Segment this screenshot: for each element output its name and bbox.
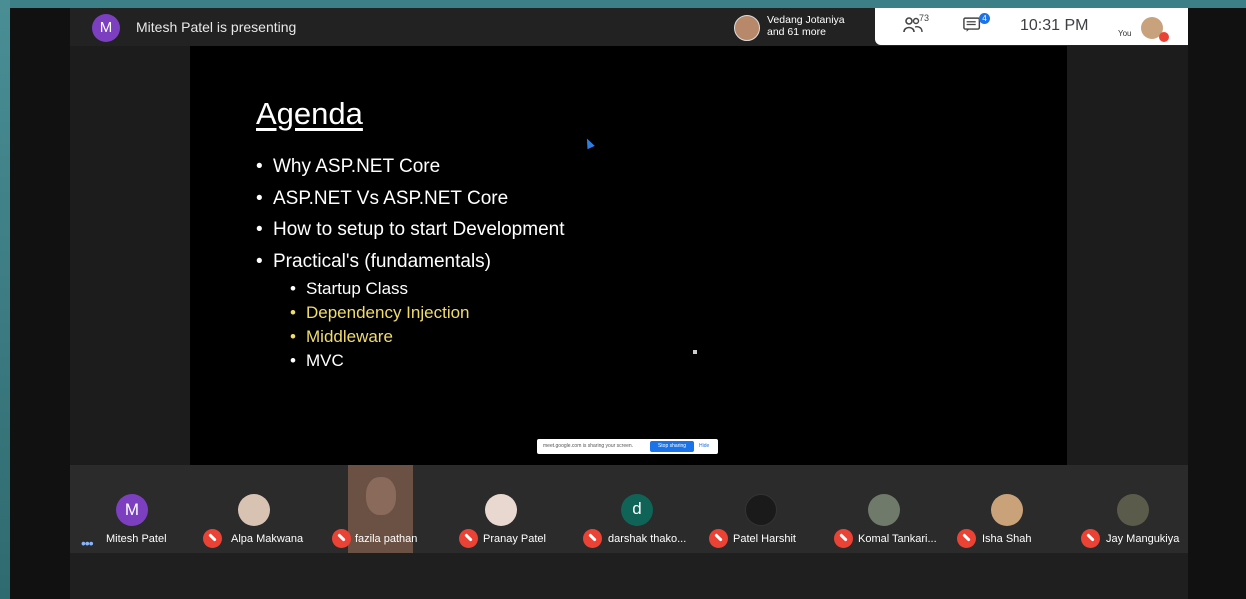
window-frame-edge bbox=[0, 0, 10, 599]
participant-tile[interactable]: Patel Harshit bbox=[700, 465, 825, 553]
you-label: You bbox=[1118, 29, 1132, 38]
agenda-list: Why ASP.NET Core ASP.NET Vs ASP.NET Core… bbox=[256, 156, 564, 282]
meet-stage: M Mitesh Patel is presenting Vedang Jota… bbox=[10, 8, 1246, 599]
participant-tile[interactable]: Jay Mangukiya bbox=[1075, 465, 1188, 553]
viewer-summary: Vedang Jotaniya and 61 more bbox=[767, 14, 845, 38]
agenda-item: ASP.NET Vs ASP.NET Core bbox=[256, 188, 564, 220]
participant-name: darshak thako... bbox=[608, 533, 687, 545]
participant-name: Mitesh Patel bbox=[106, 533, 167, 545]
more-options-icon[interactable]: ••• bbox=[81, 535, 94, 551]
slide-title: Agenda bbox=[256, 96, 363, 131]
viewer-avatar bbox=[734, 15, 760, 41]
participant-tile[interactable]: fazila pathan bbox=[325, 465, 450, 553]
share-notice: meet.google.com is sharing your screen. bbox=[543, 443, 634, 449]
mic-off-icon bbox=[583, 529, 602, 548]
agenda-item: How to setup to start Development bbox=[256, 219, 564, 251]
stop-sharing-button[interactable]: Stop sharing bbox=[650, 441, 694, 452]
mic-off-icon bbox=[1081, 529, 1100, 548]
mic-off-icon bbox=[709, 529, 728, 548]
viewer-more: and 61 more bbox=[767, 26, 826, 38]
participant-count: 73 bbox=[919, 13, 930, 23]
sub-item-highlighted: Middleware bbox=[290, 327, 470, 351]
avatar bbox=[1117, 494, 1149, 526]
participant-name: Jay Mangukiya bbox=[1106, 533, 1180, 545]
bottom-area bbox=[70, 553, 1188, 599]
avatar bbox=[745, 494, 777, 526]
participant-tile[interactable]: Isha Shah bbox=[950, 465, 1075, 553]
presenter-avatar: M bbox=[92, 14, 120, 42]
self-mic-muted-badge bbox=[1159, 32, 1169, 42]
fundamentals-list: Startup Class Dependency Injection Middl… bbox=[290, 279, 470, 375]
mouse-cursor-icon bbox=[693, 350, 697, 354]
screen-share-bar: meet.google.com is sharing your screen. … bbox=[537, 439, 718, 454]
agenda-item: Why ASP.NET Core bbox=[256, 156, 564, 188]
avatar bbox=[485, 494, 517, 526]
avatar: M bbox=[116, 494, 148, 526]
participant-tile[interactable]: d darshak thako... bbox=[575, 465, 700, 553]
avatar bbox=[991, 494, 1023, 526]
avatar: d bbox=[621, 494, 653, 526]
participant-tile[interactable]: M ••• Mitesh Patel bbox=[70, 465, 200, 553]
top-bar: M Mitesh Patel is presenting Vedang Jota… bbox=[70, 8, 1188, 46]
avatar bbox=[238, 494, 270, 526]
participant-name: Patel Harshit bbox=[733, 533, 796, 545]
presenter-label: Mitesh Patel is presenting bbox=[136, 19, 297, 35]
clock: 10:31 PM bbox=[1020, 17, 1089, 34]
participant-name: Pranay Patel bbox=[483, 533, 546, 545]
mic-off-icon bbox=[834, 529, 853, 548]
avatar bbox=[868, 494, 900, 526]
participant-name: Alpa Makwana bbox=[231, 533, 304, 545]
shared-slide: Agenda Why ASP.NET Core ASP.NET Vs ASP.N… bbox=[190, 46, 1067, 465]
sub-item: Startup Class bbox=[290, 279, 470, 303]
meeting-controls-panel: 73 4 10:31 PM You bbox=[875, 8, 1188, 45]
hide-button[interactable]: Hide bbox=[699, 443, 709, 449]
participant-name: Isha Shah bbox=[982, 533, 1032, 545]
mic-off-icon bbox=[459, 529, 478, 548]
participant-tile[interactable]: Komal Tankari... bbox=[825, 465, 950, 553]
mic-off-icon bbox=[203, 529, 222, 548]
participant-tile[interactable]: Alpa Makwana bbox=[200, 465, 325, 553]
sub-item-highlighted: Dependency Injection bbox=[290, 303, 470, 327]
participant-name: Komal Tankari... bbox=[858, 533, 937, 545]
pointer-icon bbox=[583, 136, 595, 150]
mic-off-icon bbox=[332, 529, 351, 548]
participant-tile[interactable]: Pranay Patel bbox=[450, 465, 575, 553]
mic-off-icon bbox=[957, 529, 976, 548]
chat-badge: 4 bbox=[979, 13, 990, 24]
sub-item: MVC bbox=[290, 351, 470, 375]
agenda-item: Practical's (fundamentals) bbox=[256, 251, 564, 283]
participant-strip: M ••• Mitesh Patel Alpa Makwana fazila p… bbox=[70, 465, 1188, 553]
viewer-name: Vedang Jotaniya bbox=[767, 14, 845, 26]
participant-name: fazila pathan bbox=[355, 533, 418, 545]
